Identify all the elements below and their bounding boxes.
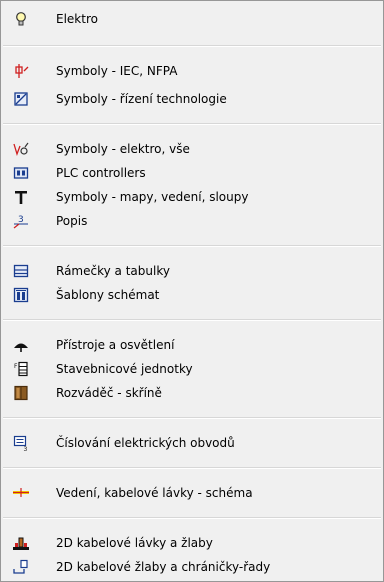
menu-item-2d-kabelove-lavky-a-zlaby[interactable]: 2D kabelové lávky a žlaby [3,531,381,555]
menu-item-label: Elektro [56,12,98,26]
menu-separator [3,417,381,419]
menu-separator [3,517,381,519]
menu-item-label: Šablony schémat [56,288,160,302]
context-menu: Elektro Symboly - IEC, NFPA Symboly - ří… [0,0,384,582]
menu-separator [3,319,381,321]
menu-item-label: Symboly - elektro, vše [56,142,190,156]
menu-item-plc-controllers[interactable]: PLC controllers [3,161,381,185]
control-technology-icon [13,91,29,107]
menu-item-rozvadec-skrine[interactable]: Rozváděč - skříně [3,381,381,405]
menu-item-sablony-schemat[interactable]: Šablony schémat [3,283,381,307]
cable-tray-icon [13,535,29,551]
menu-separator [3,123,381,125]
menu-item-label: Rámečky a tabulky [56,264,170,278]
menu-item-2d-kabelove-zlaby-a-chranicky-rady[interactable]: 2D kabelové žlaby a chráničky-řady [3,555,381,579]
menu-item-label: Přístroje a osvětlení [56,338,175,352]
menu-item-label: Vedení, kabelové lávky - schéma [56,486,253,500]
frame-table-icon [13,263,29,279]
lightbulb-icon [13,11,29,27]
annotation-icon: 3 [13,213,29,229]
menu-item-ramecky-a-tabulky[interactable]: Rámečky a tabulky [3,259,381,283]
menu-item-label: Symboly - mapy, vedení, sloupy [56,190,249,204]
menu-item-label: 2D kabelové lávky a žlaby [56,536,213,550]
svg-text:3: 3 [24,446,28,451]
menu-item-label: Popis [56,214,88,228]
menu-item-symboly-mapy-vedeni-sloupy[interactable]: Symboly - mapy, vedení, sloupy [3,185,381,209]
menu-item-popis[interactable]: 3 Popis [3,209,381,233]
menu-item-label: Číslování elektrických obvodů [56,436,235,450]
menu-item-pristroje-a-osvetleni[interactable]: Přístroje a osvětlení [3,333,381,357]
lamp-icon [13,337,29,353]
menu-item-elektro[interactable]: Elektro [3,7,381,31]
menu-item-label: Symboly - IEC, NFPA [56,64,178,78]
cable-conduit-icon [13,559,29,575]
menu-separator [3,245,381,247]
schema-template-icon [13,287,29,303]
svg-text:F: F [14,363,18,370]
menu-item-label: PLC controllers [56,166,146,180]
menu-item-cislovani-elektrickych-obvodu[interactable]: 3 Číslování elektrických obvodů [3,431,381,455]
circuit-numbering-icon: 3 [13,435,29,451]
menu-separator [3,467,381,469]
menu-item-vedeni-kabelove-lavky-schema[interactable]: Vedení, kabelové lávky - schéma [3,481,381,505]
plc-icon [13,165,29,181]
menu-item-stavebnicove-jednotky[interactable]: F Stavebnicové jednotky [3,357,381,381]
menu-item-label: 2D kabelové žlaby a chráničky-řady [56,560,271,574]
menu-item-label: Rozváděč - skříně [56,386,162,400]
modular-unit-icon: F [13,361,29,377]
switch-symbol-icon [13,141,29,157]
cable-line-icon [13,485,29,501]
menu-item-symboly-rizeni-technologie[interactable]: Symboly - řízení technologie [3,87,381,111]
cabinet-icon [13,385,29,401]
iec-symbol-icon [13,63,29,79]
pole-icon [13,189,29,205]
menu-item-label: Stavebnicové jednotky [56,362,193,376]
menu-item-symboly-elektro-vse[interactable]: Symboly - elektro, vše [3,137,381,161]
menu-item-symboly-iec-nfpa[interactable]: Symboly - IEC, NFPA [3,59,381,83]
menu-separator [3,45,381,47]
menu-item-label: Symboly - řízení technologie [56,92,227,106]
